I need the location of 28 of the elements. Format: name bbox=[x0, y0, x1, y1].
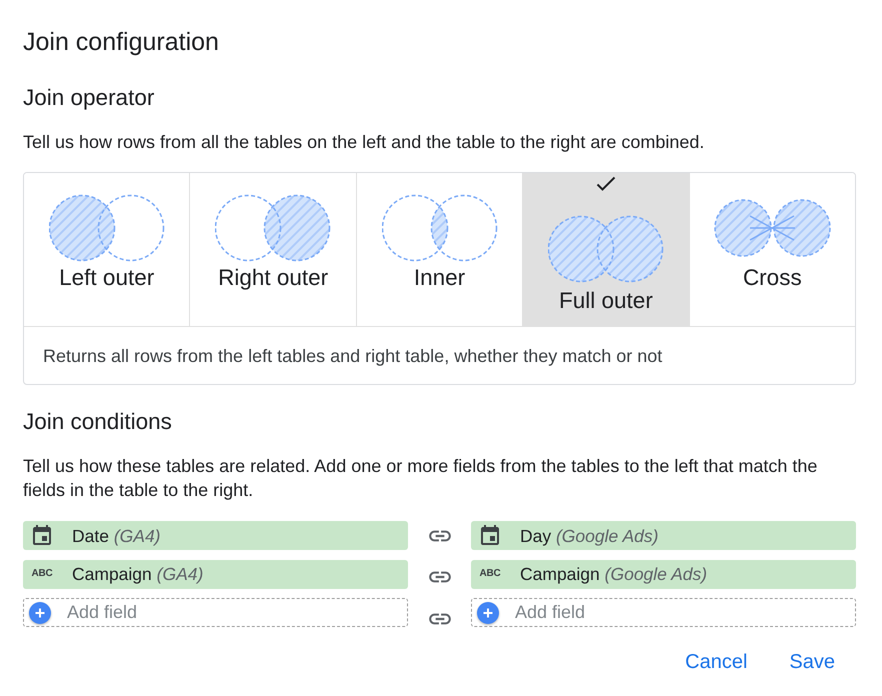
join-description: Returns all rows from the left tables and right table, whether they match or not bbox=[43, 344, 662, 366]
field-chip[interactable]: ABC Campaign (Google Ads) bbox=[471, 560, 856, 588]
field-chip[interactable]: Day (Google Ads) bbox=[471, 521, 856, 550]
field-chip[interactable]: ABC Campaign (GA4) bbox=[23, 560, 408, 588]
section-description: Tell us how these tables are related. Add one or more fields from the tables to the left that match the fields in the table to the right. bbox=[23, 455, 818, 502]
add-circle-icon[interactable] bbox=[29, 602, 51, 624]
calendar-icon bbox=[478, 524, 502, 548]
calendar-icon bbox=[30, 524, 54, 548]
cancel-button[interactable]: Cancel bbox=[674, 644, 758, 680]
abc-type-label: ABC bbox=[479, 569, 501, 579]
section-heading: Join operator bbox=[23, 85, 156, 111]
section-description: Tell us how rows from all the tables on the left and the table to the right are combined. bbox=[23, 131, 706, 154]
join-option[interactable]: Full outer bbox=[523, 173, 690, 326]
venn-diagram-icon bbox=[48, 194, 165, 262]
add-field-input[interactable]: Add field bbox=[23, 598, 408, 627]
check-icon bbox=[596, 176, 616, 192]
crossed-circles-icon bbox=[714, 199, 831, 257]
add-field-input[interactable]: Add field bbox=[471, 598, 856, 627]
field-chip[interactable]: Date (GA4) bbox=[23, 521, 408, 550]
dialog-title: Join configuration bbox=[23, 27, 220, 57]
save-button[interactable]: Save bbox=[778, 644, 846, 680]
add-circle-icon[interactable] bbox=[477, 602, 499, 624]
venn-diagram-icon bbox=[382, 194, 498, 262]
abc-type-label: ABC bbox=[31, 569, 53, 579]
venn-diagram-icon bbox=[548, 215, 664, 283]
section-heading: Join conditions bbox=[23, 409, 173, 435]
venn-diagram-icon bbox=[215, 194, 332, 262]
join-option[interactable]: Left outer bbox=[24, 173, 190, 326]
